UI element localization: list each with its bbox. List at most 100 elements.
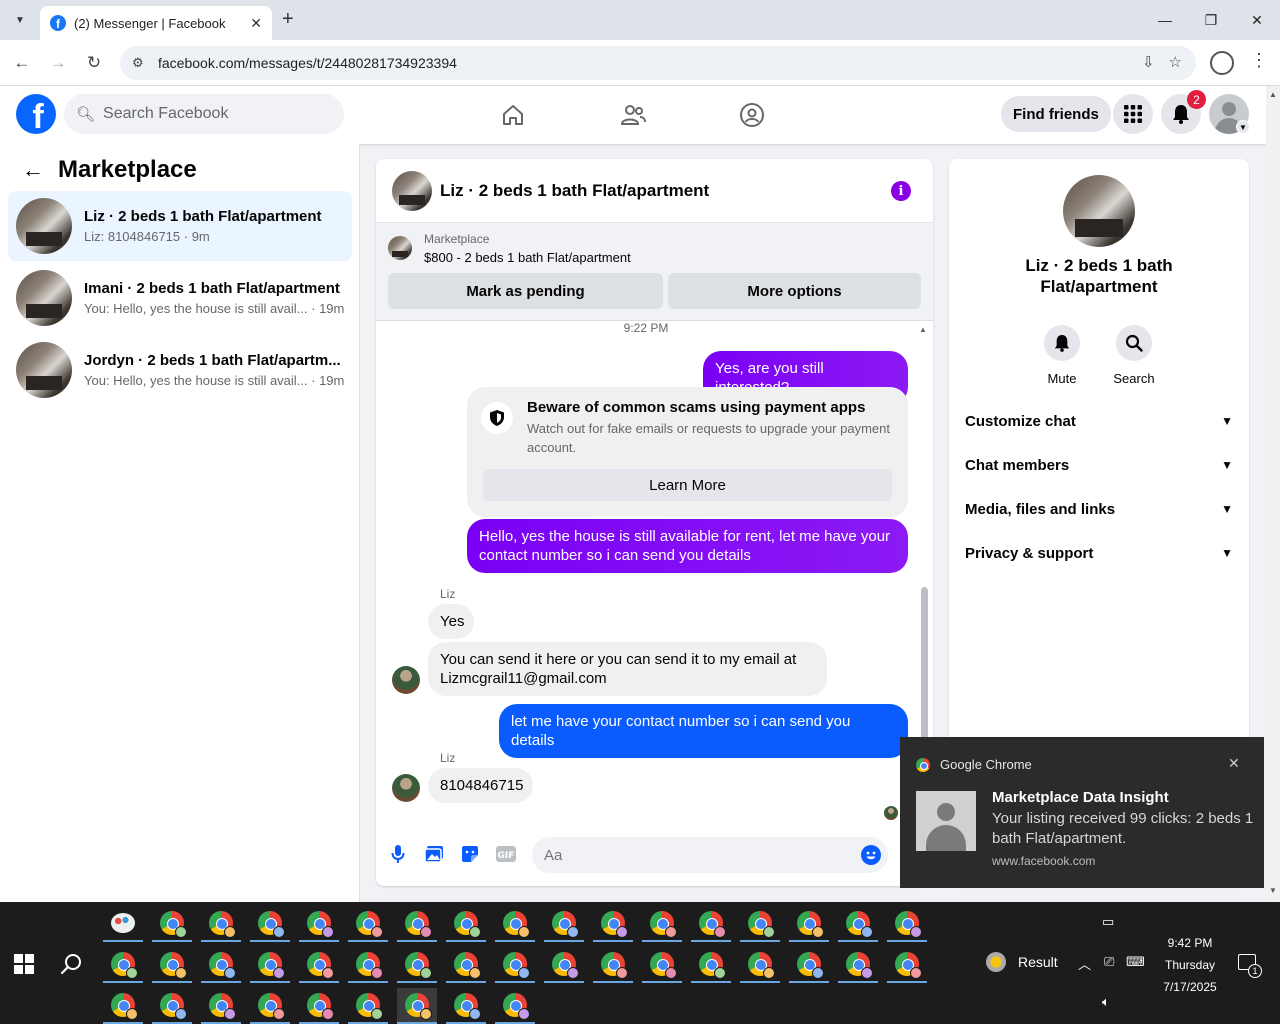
- chrome-window-icon[interactable]: [250, 988, 290, 1024]
- media-files-links-section[interactable]: Media, files and links ▼: [965, 489, 1233, 529]
- photo-icon[interactable]: [423, 843, 445, 865]
- chrome-window-icon[interactable]: [495, 906, 535, 942]
- chrome-window-icon[interactable]: [495, 947, 535, 983]
- scroll-up-icon[interactable]: ▲: [919, 325, 927, 334]
- chevron-down-icon[interactable]: ▼: [1236, 120, 1250, 134]
- chrome-window-icon[interactable]: [789, 906, 829, 942]
- microphone-icon[interactable]: [387, 843, 409, 865]
- chrome-window-icon[interactable]: [397, 906, 437, 942]
- gif-icon[interactable]: GIF: [495, 843, 517, 865]
- chrome-window-icon[interactable]: [789, 947, 829, 983]
- listing-avatar[interactable]: [1063, 175, 1135, 247]
- new-tab-button[interactable]: +: [282, 8, 294, 31]
- volume-icon[interactable]: 🔈︎: [1102, 994, 1110, 1010]
- restore-button[interactable]: ❐: [1188, 0, 1234, 40]
- chrome-window-icon[interactable]: [642, 947, 682, 983]
- sender-avatar[interactable]: [392, 774, 420, 802]
- close-icon[interactable]: ✕: [1228, 755, 1240, 772]
- groups-icon[interactable]: [737, 100, 767, 130]
- chrome-window-icon[interactable]: [838, 947, 878, 983]
- chrome-window-icon[interactable]: [201, 988, 241, 1024]
- find-friends-button[interactable]: Find friends: [1001, 96, 1111, 132]
- customize-chat-section[interactable]: Customize chat ▼: [965, 401, 1233, 441]
- profile-icon[interactable]: [1210, 51, 1234, 75]
- conversation-item[interactable]: Jordyn · 2 beds 1 bath Flat/apartm... Yo…: [8, 335, 352, 405]
- site-info-icon[interactable]: ⚙: [132, 55, 156, 71]
- show-hidden-icons-chevron-icon[interactable]: ︿: [1078, 954, 1091, 973]
- chrome-window-icon[interactable]: [740, 947, 780, 983]
- chrome-window-icon[interactable]: [887, 947, 927, 983]
- close-window-button[interactable]: ✕: [1234, 0, 1280, 40]
- emoji-icon[interactable]: [861, 845, 881, 865]
- back-arrow-icon[interactable]: ←: [22, 157, 44, 183]
- browser-tab[interactable]: f (2) Messenger | Facebook ✕: [40, 6, 272, 40]
- info-icon[interactable]: i: [891, 181, 911, 201]
- mute-action[interactable]: Mute: [1032, 325, 1092, 386]
- network-screen-icon[interactable]: ▭: [1102, 914, 1114, 930]
- close-tab-icon[interactable]: ✕: [250, 15, 262, 32]
- sticker-icon[interactable]: [459, 843, 481, 865]
- chat-members-section[interactable]: Chat members ▼: [965, 445, 1233, 485]
- chrome-window-icon[interactable]: [299, 906, 339, 942]
- install-app-icon[interactable]: ⇩: [1142, 53, 1155, 71]
- taskbar-search-icon[interactable]: [60, 952, 84, 976]
- chrome-window-icon[interactable]: [152, 947, 192, 983]
- meet-now-icon[interactable]: ⎚: [1104, 954, 1114, 970]
- chrome-window-icon[interactable]: [201, 906, 241, 942]
- forward-button[interactable]: →: [45, 50, 71, 76]
- chrome-window-icon[interactable]: [201, 947, 241, 983]
- chrome-window-icon[interactable]: [544, 906, 584, 942]
- chrome-window-icon[interactable]: [152, 988, 192, 1024]
- weather-widget[interactable]: Result: [986, 952, 1058, 972]
- back-button[interactable]: ←: [9, 50, 35, 76]
- chrome-window-icon[interactable]: [642, 906, 682, 942]
- facebook-logo-icon[interactable]: f: [16, 94, 56, 134]
- chrome-window-icon[interactable]: [887, 906, 927, 942]
- bookmark-star-icon[interactable]: ☆: [1169, 53, 1182, 71]
- chrome-window-icon[interactable]: [348, 906, 388, 942]
- page-scrollbar[interactable]: ▲ ▼: [1266, 86, 1280, 902]
- outgoing-message[interactable]: let me have your contact number so i can…: [499, 704, 908, 758]
- chrome-window-icon[interactable]: [348, 988, 388, 1024]
- chrome-window-icon[interactable]: [397, 988, 437, 1024]
- chat-title[interactable]: Liz · 2 beds 1 bath Flat/apartment: [440, 181, 709, 201]
- chrome-window-icon[interactable]: [397, 947, 437, 983]
- more-options-button[interactable]: More options: [668, 273, 921, 309]
- chrome-window-icon[interactable]: [348, 947, 388, 983]
- address-bar[interactable]: ⚙ facebook.com/messages/t/24480281734923…: [120, 46, 1196, 80]
- chrome-window-icon[interactable]: [299, 947, 339, 983]
- paint-app-icon[interactable]: [103, 906, 143, 942]
- facebook-search-box[interactable]: 🔍︎ Search Facebook: [64, 94, 344, 134]
- menu-grid-icon[interactable]: [1113, 94, 1153, 134]
- outgoing-message[interactable]: Hello, yes the house is still available …: [467, 519, 908, 573]
- chrome-window-icon[interactable]: [740, 906, 780, 942]
- conversation-item[interactable]: Liz · 2 beds 1 bath Flat/apartment Liz: …: [8, 191, 352, 261]
- bell-icon[interactable]: [1044, 325, 1080, 361]
- incoming-message[interactable]: You can send it here or you can send it …: [428, 642, 827, 696]
- chrome-window-icon[interactable]: [495, 988, 535, 1024]
- chrome-window-icon[interactable]: [446, 906, 486, 942]
- chrome-window-icon[interactable]: [446, 947, 486, 983]
- scroll-thumb[interactable]: [921, 587, 928, 742]
- chrome-window-icon[interactable]: [152, 906, 192, 942]
- keyboard-icon[interactable]: ⌨: [1126, 954, 1145, 970]
- minimize-button[interactable]: —: [1142, 0, 1188, 40]
- mark-as-pending-button[interactable]: Mark as pending: [388, 273, 663, 309]
- sender-avatar[interactable]: [392, 666, 420, 694]
- home-icon[interactable]: [498, 100, 528, 130]
- chat-avatar[interactable]: [392, 170, 432, 211]
- friends-icon[interactable]: [618, 100, 648, 130]
- search-icon[interactable]: [1116, 325, 1152, 361]
- incoming-message[interactable]: 8104846715: [428, 768, 533, 803]
- chrome-window-icon[interactable]: [446, 988, 486, 1024]
- chrome-window-icon[interactable]: [691, 906, 731, 942]
- chrome-window-icon[interactable]: [250, 947, 290, 983]
- conversation-item[interactable]: Imani · 2 beds 1 bath Flat/apartment You…: [8, 263, 352, 333]
- chrome-window-icon[interactable]: [103, 988, 143, 1024]
- chrome-window-icon[interactable]: [250, 906, 290, 942]
- chrome-window-icon[interactable]: [691, 947, 731, 983]
- chrome-window-icon[interactable]: [838, 906, 878, 942]
- listing-title[interactable]: $800 - 2 beds 1 bath Flat/apartment: [424, 250, 631, 265]
- search-action[interactable]: Search: [1104, 325, 1164, 386]
- chrome-window-icon[interactable]: [544, 947, 584, 983]
